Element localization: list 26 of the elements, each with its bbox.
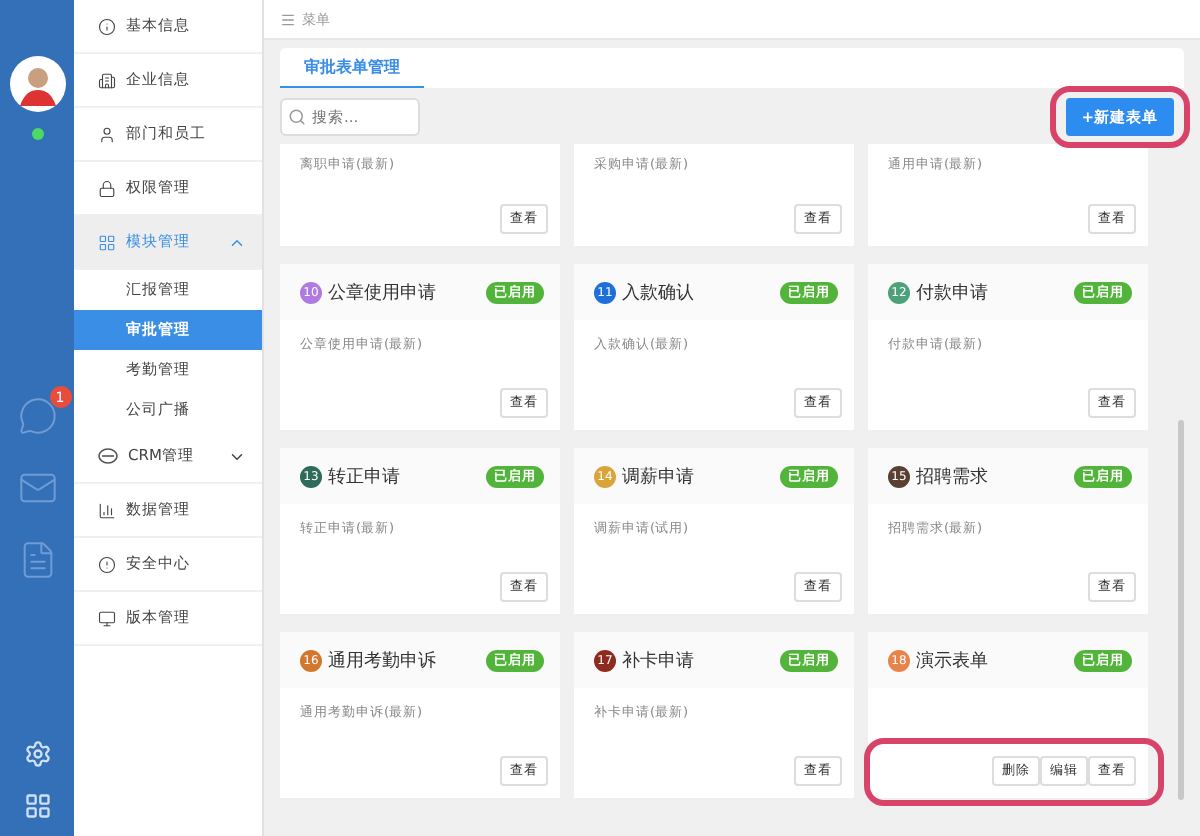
grid-icon: [98, 233, 116, 251]
card-title: 付款申请: [916, 281, 990, 305]
menu-icon[interactable]: [280, 11, 296, 27]
card-title: 入款确认: [622, 281, 696, 305]
user-icon: [98, 125, 116, 143]
avatar: [9, 56, 65, 112]
mail-icon[interactable]: [17, 468, 57, 508]
card-title: 转正申请: [328, 465, 402, 489]
card-title: 通用考勤申诉: [328, 649, 438, 673]
settings-icon[interactable]: [23, 740, 51, 768]
card-title: 招聘需求: [916, 465, 990, 489]
scrollbar-thumb[interactable]: [1178, 420, 1184, 800]
chart-icon: [98, 501, 116, 519]
lock-icon: [98, 179, 116, 197]
info-icon: [98, 17, 116, 35]
card-title: 公章使用申请: [328, 281, 438, 305]
crm-icon: [98, 448, 118, 464]
card-title: 演示表单: [916, 649, 990, 673]
search-icon: [288, 108, 306, 126]
chat-icon[interactable]: [17, 396, 57, 436]
building-icon: [98, 71, 116, 89]
card-title: 补卡申请: [622, 649, 696, 673]
grid-icon[interactable]: [23, 792, 51, 820]
monitor-icon: [98, 609, 116, 627]
card-title: 调薪申请: [622, 465, 696, 489]
alert-icon: [98, 555, 116, 573]
